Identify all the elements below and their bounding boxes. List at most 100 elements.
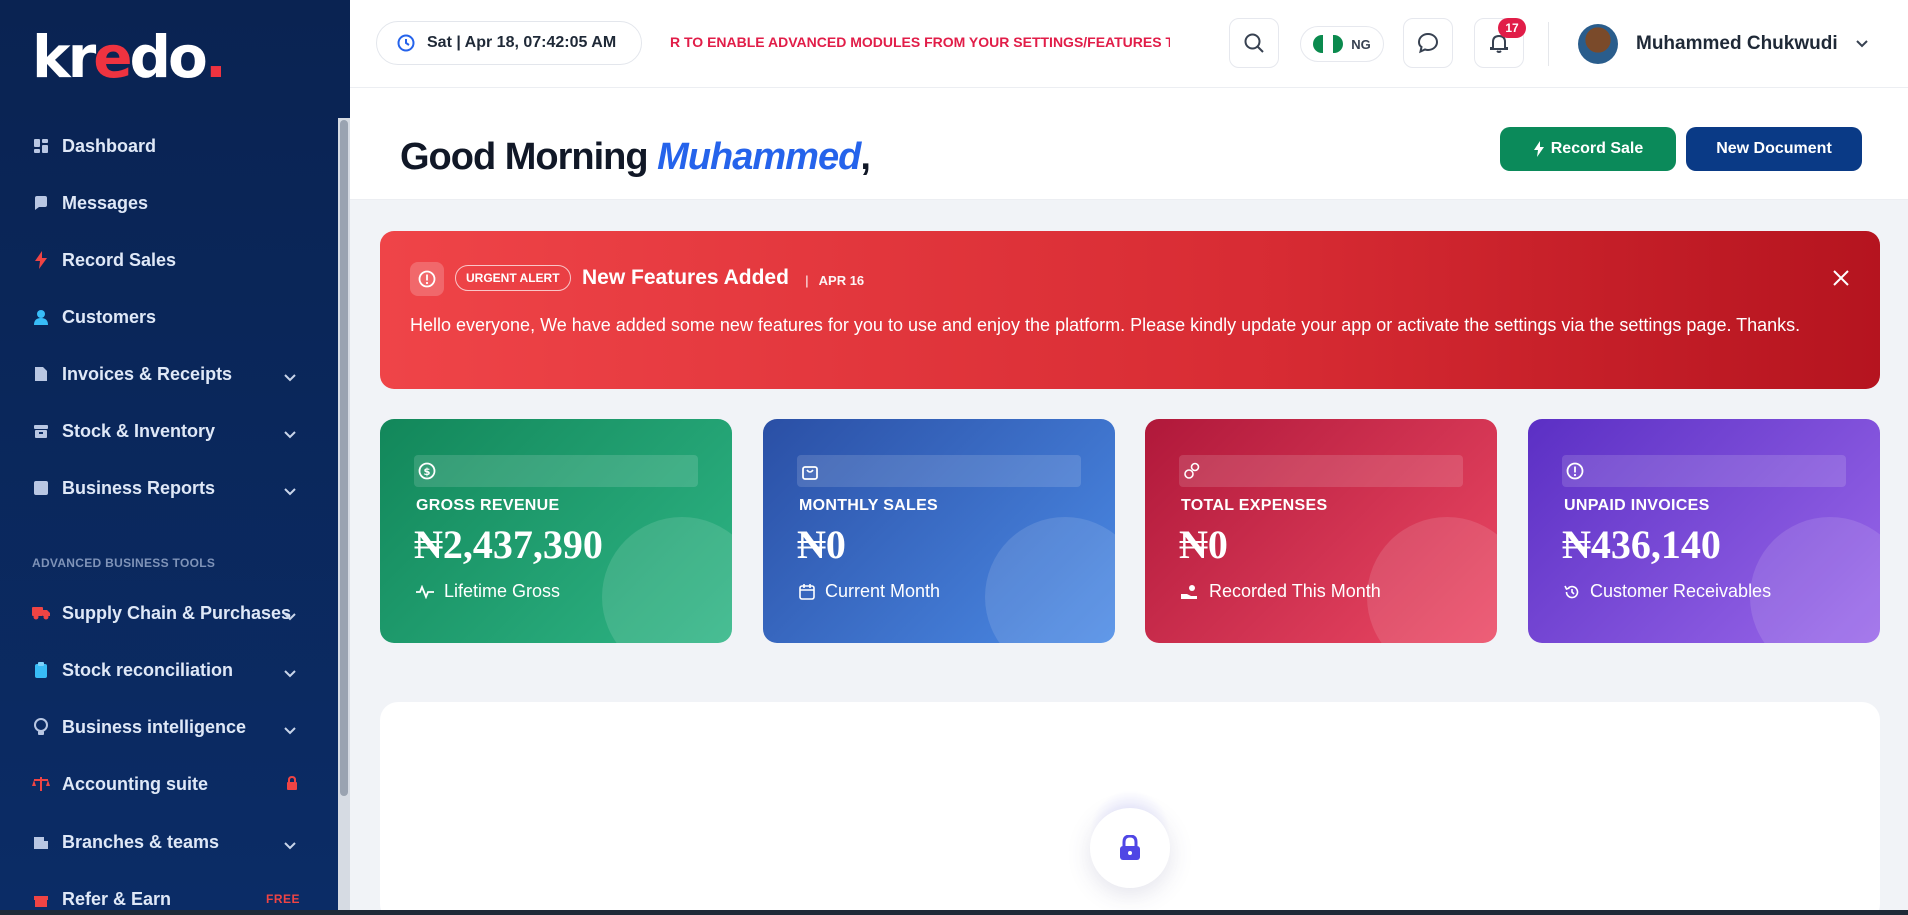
stat-subtitle-text: Recorded This Month	[1209, 581, 1381, 601]
stat-subtitle: Lifetime Gross	[416, 581, 560, 602]
alert-body: Hello everyone, We have added some new f…	[410, 315, 1801, 335]
sidebar-item-business-intelligence[interactable]: Business intelligence	[32, 707, 312, 747]
card-icon-strip	[1179, 455, 1463, 487]
card-icon-strip	[1562, 455, 1846, 487]
greeting-suffix: ,	[860, 136, 871, 178]
stat-card-unpaid-invoices[interactable]: UNPAID INVOICES ₦436,140 Customer Receiv…	[1528, 419, 1880, 643]
gift-icon	[32, 890, 50, 908]
sidebar-item-label: Stock reconciliation	[62, 659, 234, 680]
chevron-down-icon[interactable]	[284, 605, 296, 626]
sidebar-item-label: Business Reports	[62, 477, 216, 498]
nigeria-flag-icon	[1313, 35, 1344, 53]
stat-label: MONTHLY SALES	[799, 497, 939, 514]
window-bottom-edge	[0, 910, 1908, 915]
page-title: Good Morning Muhammed,	[400, 136, 871, 179]
chevron-down-icon[interactable]	[284, 366, 296, 387]
sidebar-item-accounting-suite[interactable]: Accounting suite	[32, 764, 312, 804]
stat-card-total-expenses[interactable]: TOTAL EXPENSES ₦0 Recorded This Month	[1145, 419, 1497, 643]
document-icon	[32, 365, 50, 383]
country-selector[interactable]: NG	[1300, 26, 1384, 62]
clipboard-icon	[32, 661, 50, 679]
new-document-label: New Document	[1716, 140, 1832, 157]
sidebar-item-label: Accounting suite	[62, 773, 209, 794]
stat-value: ₦0	[1179, 522, 1228, 567]
announcement-ticker: R TO ENABLE ADVANCED MODULES FROM YOUR S…	[670, 34, 1170, 50]
kredo-logo[interactable]: kredo.	[32, 28, 227, 86]
notification-count-badge: 17	[1498, 18, 1526, 38]
sidebar-item-label: Messages	[62, 192, 149, 213]
sidebar-item-stock[interactable]: Stock & Inventory	[32, 411, 312, 451]
sidebar-item-dashboard[interactable]: Dashboard	[32, 126, 312, 166]
chevron-down-icon[interactable]	[284, 480, 296, 501]
bag-icon	[802, 466, 818, 480]
stat-label: UNPAID INVOICES	[1564, 497, 1710, 514]
sidebar-item-stock-reconciliation[interactable]: Stock reconciliation	[32, 650, 312, 690]
free-badge: FREE	[265, 892, 300, 906]
stat-subtitle-text: Lifetime Gross	[444, 581, 561, 601]
chevron-down-icon[interactable]	[284, 423, 296, 444]
sidebar-item-branches[interactable]: Branches & teams	[32, 822, 312, 862]
record-sale-button[interactable]: Record Sale	[1500, 127, 1676, 171]
stat-value: ₦436,140	[1562, 522, 1721, 567]
calendar-icon	[799, 583, 815, 600]
report-icon	[32, 479, 50, 497]
lock-button[interactable]	[1090, 808, 1170, 888]
pulse-icon	[416, 584, 434, 599]
alert-circle-icon	[410, 262, 444, 296]
greeting-prefix: Good Morning	[400, 136, 649, 178]
sidebar-scrollbar-thumb[interactable]	[340, 120, 348, 796]
new-document-button[interactable]: New Document	[1686, 127, 1862, 171]
stat-subtitle-text: Current Month	[825, 581, 941, 601]
archive-icon	[32, 422, 50, 440]
country-code: NG	[1351, 36, 1371, 52]
user-name[interactable]: Muhammed Chukwudi	[1636, 33, 1838, 55]
sidebar-item-supply-chain[interactable]: Supply Chain & Purchases	[32, 593, 312, 633]
truck-icon	[32, 604, 50, 622]
close-icon[interactable]	[1832, 269, 1850, 292]
decor-circle	[1367, 517, 1497, 643]
chat-icon	[32, 194, 50, 212]
chevron-down-icon[interactable]	[284, 719, 296, 740]
alert-title: New Features Added	[582, 266, 789, 289]
user-menu[interactable]: Muhammed Chukwudi	[1578, 22, 1868, 66]
clock-icon	[397, 34, 415, 52]
sidebar-item-record-sales[interactable]: Record Sales	[32, 240, 312, 280]
search-button[interactable]	[1229, 18, 1279, 68]
dollar-icon: $	[418, 462, 436, 480]
sidebar-item-label: Branches & teams	[62, 831, 220, 852]
record-sale-label: Record Sale	[1550, 140, 1644, 157]
lock-icon	[1120, 835, 1140, 860]
sidebar-item-label: Business intelligence	[62, 716, 247, 737]
divider	[1548, 22, 1549, 66]
urgent-alert-banner: URGENT ALERT New Features Added | APR 16 …	[380, 231, 1880, 389]
svg-text:$: $	[424, 467, 431, 478]
user-icon	[32, 308, 50, 326]
decor-circle	[1750, 517, 1880, 643]
building-icon	[32, 833, 50, 851]
alert-circle-icon	[1566, 462, 1584, 480]
avatar[interactable]	[1578, 24, 1618, 64]
sidebar-item-customers[interactable]: Customers	[32, 297, 312, 337]
chevron-down-icon[interactable]	[284, 662, 296, 683]
chat-bubble-icon	[1417, 32, 1439, 54]
stat-card-monthly-sales[interactable]: MONTHLY SALES ₦0 Current Month	[763, 419, 1115, 643]
decor-circle	[602, 517, 732, 643]
decor-circle	[985, 517, 1115, 643]
stat-card-gross-revenue[interactable]: $ GROSS REVENUE ₦2,437,390 Lifetime Gros…	[380, 419, 732, 643]
sidebar-item-messages[interactable]: Messages	[32, 183, 312, 223]
messages-button[interactable]	[1403, 18, 1453, 68]
sidebar-item-label: Record Sales	[62, 249, 177, 270]
sidebar-item-label: Dashboard	[62, 135, 157, 156]
sidebar: kredo. Dashboard Messages Record Sales C…	[0, 0, 350, 915]
stat-value: ₦0	[797, 522, 846, 567]
sidebar-item-label: Invoices & Receipts	[62, 363, 233, 384]
urgent-alert-tag: URGENT ALERT	[455, 265, 571, 291]
sidebar-item-reports[interactable]: Business Reports	[32, 468, 312, 508]
sidebar-item-label: Refer & Earn	[62, 888, 172, 909]
chevron-down-icon[interactable]	[284, 834, 296, 855]
chevron-down-icon[interactable]	[1855, 40, 1868, 48]
sidebar-item-invoices[interactable]: Invoices & Receipts	[32, 354, 312, 394]
card-icon-strip	[797, 455, 1081, 487]
lightbulb-icon	[32, 718, 50, 736]
coins-icon	[1184, 462, 1200, 479]
